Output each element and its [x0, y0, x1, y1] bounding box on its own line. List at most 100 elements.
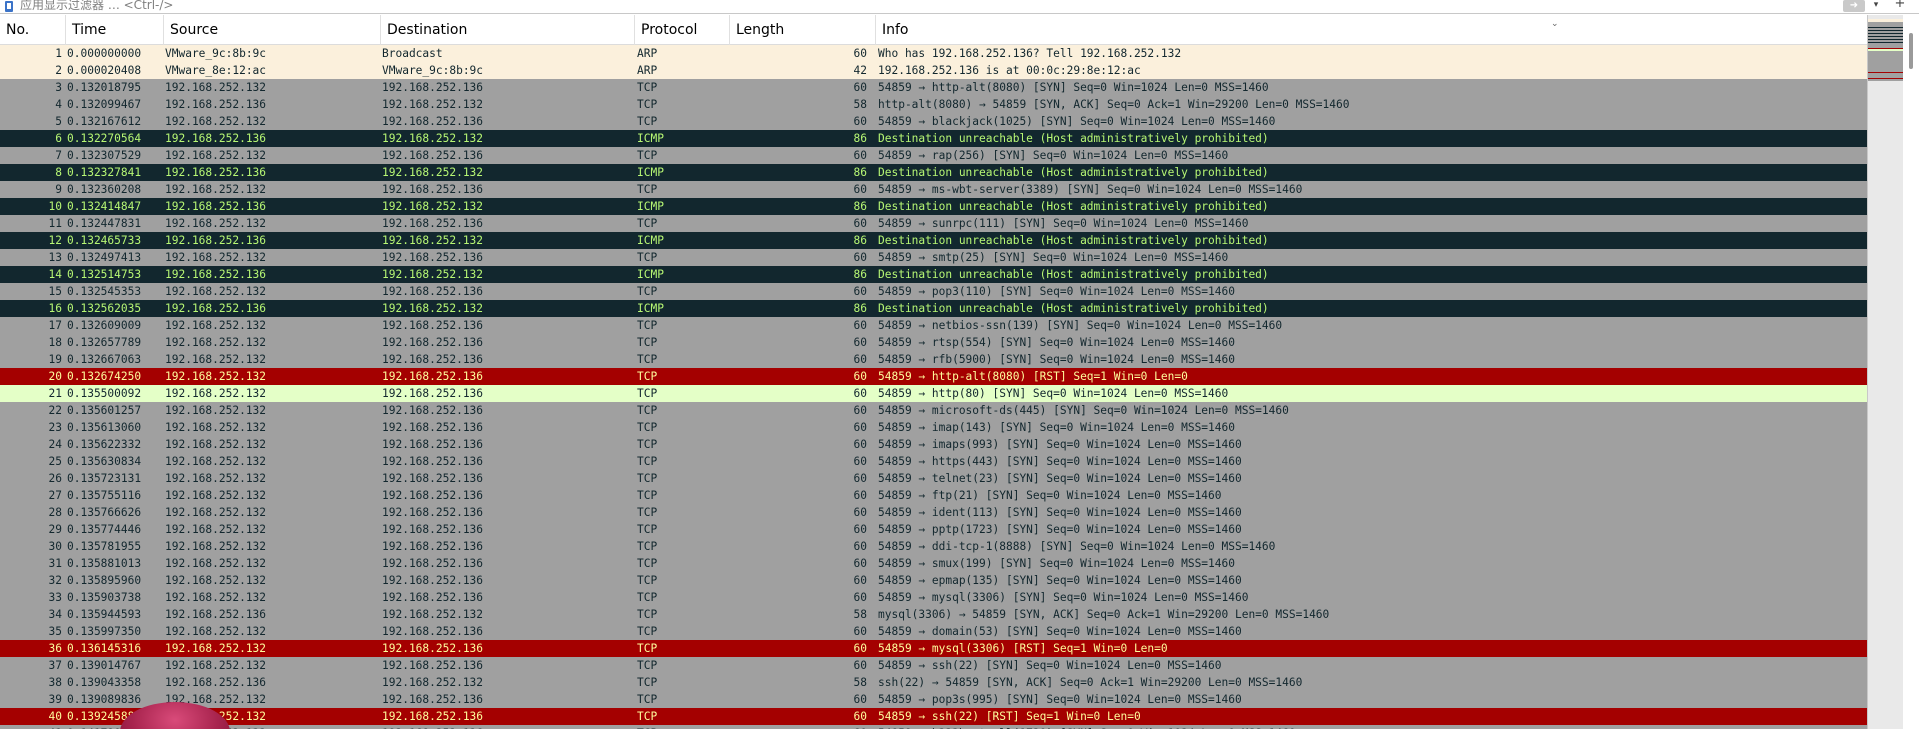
column-header-time[interactable]: Time — [66, 15, 164, 45]
cell-info: Destination unreachable (Host administra… — [878, 166, 1269, 179]
packet-row[interactable]: 4 0.132099467 192.168.252.136 192.168.252.1… — [0, 96, 1867, 113]
packet-list[interactable]: 1 0.000000000 VMware_9c:8b:9c Broadcast ARP 6… — [0, 45, 1867, 729]
column-header-protocol[interactable]: Protocol — [635, 15, 730, 45]
apply-filter-arrow-icon[interactable]: ➜ — [1843, 0, 1865, 12]
packet-row[interactable]: 6 0.132270564 192.168.252.136 192.168.252.1… — [0, 130, 1867, 147]
cell-destination: 192.168.252.136 — [382, 183, 484, 196]
vertical-scrollbar[interactable] — [1903, 15, 1919, 729]
packet-row[interactable]: 14 0.132514753 192.168.252.136 192.168.252.… — [0, 266, 1867, 283]
cell-time: 0.135766626 — [67, 506, 142, 519]
packet-row[interactable]: 26 0.135723131 192.168.252.132 192.168.252.… — [0, 470, 1867, 487]
packet-row[interactable]: 8 0.132327841 192.168.252.136 192.168.252.1… — [0, 164, 1867, 181]
cell-destination: 192.168.252.132 — [382, 166, 484, 179]
packet-row[interactable]: 10 0.132414847 192.168.252.136 192.168.252.… — [0, 198, 1867, 215]
packet-row[interactable]: 16 0.132562035 192.168.252.136 192.168.252.… — [0, 300, 1867, 317]
cell-destination: 192.168.252.132 — [382, 302, 484, 315]
column-header-source[interactable]: Source — [164, 15, 381, 45]
display-filter-input[interactable] — [20, 0, 1840, 13]
packet-row[interactable]: 30 0.135781955 192.168.252.132 192.168.252.… — [0, 538, 1867, 555]
cell-time: 0.135781955 — [67, 540, 142, 553]
packet-row[interactable]: 28 0.135766626 192.168.252.132 192.168.252.… — [0, 504, 1867, 521]
cell-source: 192.168.252.132 — [165, 183, 267, 196]
cell-destination: 192.168.252.136 — [382, 642, 484, 655]
cell-length: 60 — [853, 506, 867, 519]
packet-row[interactable]: 400.139245880192.168.252.132192.168.252.… — [0, 708, 1867, 725]
packet-row[interactable]: 12 0.132465733 192.168.252.136 192.168.252.… — [0, 232, 1867, 249]
cell-protocol: TCP — [637, 557, 658, 570]
cell-info: 54859 → telnet(23) [SYN] Seq=0 Win=1024 … — [878, 472, 1242, 485]
packet-row[interactable]: 21 0.135500092 192.168.252.132 192.168.252.… — [0, 385, 1867, 402]
cell-time: 0.132465733 — [67, 234, 142, 247]
packet-row[interactable]: 32 0.135895960 192.168.252.132 192.168.252.… — [0, 572, 1867, 589]
cell-length: 60 — [853, 489, 867, 502]
packet-row[interactable]: 35 0.135997350 192.168.252.132 192.168.252.… — [0, 623, 1867, 640]
packet-row[interactable]: 36 0.136145316 192.168.252.132 192.168.252.… — [0, 640, 1867, 657]
cell-length: 60 — [853, 115, 867, 128]
packet-row[interactable]: 18 0.132657789 192.168.252.132 192.168.252.… — [0, 334, 1867, 351]
cell-no: 32 — [48, 574, 62, 587]
packet-row[interactable]: 25 0.135630834 192.168.252.132 192.168.252.… — [0, 453, 1867, 470]
cell-destination: 192.168.252.136 — [382, 659, 484, 672]
packet-row[interactable]: 19 0.132667063 192.168.252.132 192.168.252.… — [0, 351, 1867, 368]
cell-protocol: TCP — [637, 506, 658, 519]
cell-no: 34 — [48, 608, 62, 621]
cell-no: 41 — [0, 725, 62, 729]
cell-length: 60 — [853, 591, 867, 604]
packet-row[interactable]: 11 0.132447831 192.168.252.132 192.168.252.… — [0, 215, 1867, 232]
packet-row[interactable]: 13 0.132497413 192.168.252.132 192.168.252.… — [0, 249, 1867, 266]
packet-row[interactable]: 38 0.139043358 192.168.252.136 192.168.252.… — [0, 674, 1867, 691]
cell-protocol: TCP — [637, 693, 658, 706]
scrollbar-thumb[interactable] — [1909, 33, 1913, 69]
cell-protocol: ICMP — [637, 166, 664, 179]
packet-row[interactable]: 24 0.135622332 192.168.252.132 192.168.252.… — [0, 436, 1867, 453]
cell-info: 54859 → ddi-tcp-1(8888) [SYN] Seq=0 Win=… — [878, 540, 1276, 553]
cell-source: 192.168.252.132 — [165, 659, 267, 672]
packet-row[interactable]: 29 0.135774446 192.168.252.132 192.168.252.… — [0, 521, 1867, 538]
filter-dropdown-chevron-icon[interactable]: ▾ — [1870, 0, 1882, 12]
packet-row[interactable]: 33 0.135903738 192.168.252.132 192.168.252.… — [0, 589, 1867, 606]
column-header-no[interactable]: No. — [0, 15, 66, 45]
packet-row[interactable]: 15 0.132545353 192.168.252.132 192.168.252.… — [0, 283, 1867, 300]
column-header-destination[interactable]: Destination — [381, 15, 635, 45]
packet-row[interactable]: 7 0.132307529 192.168.252.132 192.168.252.1… — [0, 147, 1867, 164]
cell-source: VMware_8e:12:ac — [165, 64, 267, 77]
column-header-length[interactable]: Length — [730, 15, 876, 45]
cell-info: 54859 → domain(53) [SYN] Seq=0 Win=1024 … — [878, 625, 1242, 638]
packet-row[interactable]: 34 0.135944593 192.168.252.136 192.168.252.… — [0, 606, 1867, 623]
cell-time: 0.132667063 — [67, 353, 142, 366]
packet-row[interactable]: 2 0.000020408 VMware_8e:12:ac VMware_9c:8b:… — [0, 62, 1867, 79]
cell-source: 192.168.252.132 — [165, 285, 267, 298]
cell-length: 60 — [853, 438, 867, 451]
cell-no: 15 — [48, 285, 62, 298]
packet-row[interactable]: 37 0.139014767 192.168.252.132 192.168.252.… — [0, 657, 1867, 674]
packet-row[interactable]: 3 0.132018795 192.168.252.132 192.168.252.1… — [0, 79, 1867, 96]
cell-no: 17 — [48, 319, 62, 332]
cell-destination: 192.168.252.132 — [382, 676, 484, 689]
cell-time: 0.135997350 — [67, 625, 142, 638]
packet-row[interactable]: 17 0.132609009 192.168.252.132 192.168.252.… — [0, 317, 1867, 334]
packet-row[interactable]: 9 0.132360208 192.168.252.132 192.168.252.1… — [0, 181, 1867, 198]
packet-row[interactable]: 39 0.139089836 192.168.252.132 192.168.252.… — [0, 691, 1867, 708]
add-filter-button-icon[interactable]: + — [1893, 0, 1907, 11]
cell-info: 54859 → imap(143) [SYN] Seq=0 Win=1024 L… — [878, 421, 1235, 434]
packet-row[interactable]: 410.141790000192.168.252.132192.168.252.… — [0, 725, 1867, 729]
cell-length: 86 — [853, 302, 867, 315]
cell-no: 31 — [48, 557, 62, 570]
packet-row[interactable]: 23 0.135613060 192.168.252.132 192.168.252.… — [0, 419, 1867, 436]
packet-row[interactable]: 22 0.135601257 192.168.252.132 192.168.252.… — [0, 402, 1867, 419]
cell-source: 192.168.252.132 — [165, 251, 267, 264]
cell-no: 37 — [48, 659, 62, 672]
cell-time: 0.135881013 — [67, 557, 142, 570]
column-header-info[interactable]: Info — [876, 15, 1867, 45]
packet-row[interactable]: 1 0.000000000 VMware_9c:8b:9c Broadcast ARP 6… — [0, 45, 1867, 62]
cell-info: 54859 → ssh(22) [RST] Seq=1 Win=0 Len=0 — [878, 710, 1141, 723]
packet-minimap[interactable] — [1867, 15, 1903, 729]
packet-row[interactable]: 27 0.135755116 192.168.252.132 192.168.252.… — [0, 487, 1867, 504]
packet-row[interactable]: 31 0.135881013 192.168.252.132 192.168.252.… — [0, 555, 1867, 572]
cell-time: 0.132545353 — [67, 285, 142, 298]
bookmark-icon[interactable] — [5, 1, 13, 12]
packet-row[interactable]: 5 0.132167612 192.168.252.132 192.168.252.1… — [0, 113, 1867, 130]
cell-time: 0.135613060 — [67, 421, 142, 434]
cell-info: 54859 → ident(113) [SYN] Seq=0 Win=1024 … — [878, 506, 1242, 519]
packet-row[interactable]: 20 0.132674250 192.168.252.132 192.168.252.… — [0, 368, 1867, 385]
